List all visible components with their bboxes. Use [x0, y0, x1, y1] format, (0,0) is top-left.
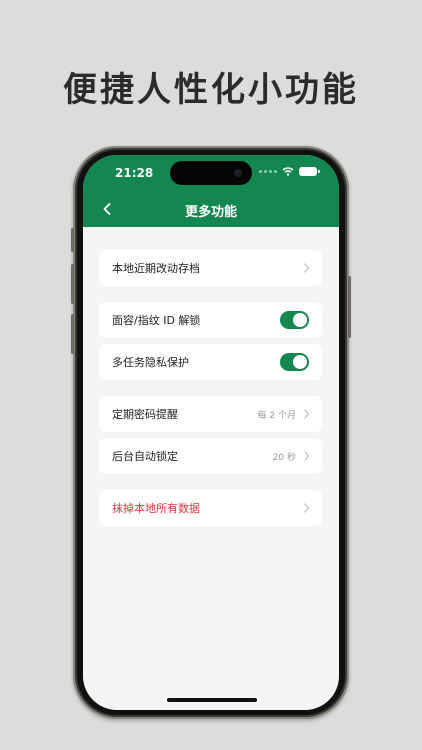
row-value: 每 2 个月 [257, 410, 296, 421]
password-reminder-row[interactable]: 定期密码提醒 每 2 个月 [99, 396, 322, 432]
action-button [71, 228, 74, 252]
biometric-unlock-row: 面容/指纹 ID 解锁 [99, 302, 322, 338]
volume-down-button [71, 314, 74, 354]
chevron-right-icon [304, 451, 310, 461]
row-label: 多任务隐私保护 [112, 356, 189, 369]
app-header: 21:28 更多功能 [83, 155, 339, 227]
phone-screen: 21:28 更多功能 本地近期改动存档 面容/指纹 ID 解锁 多任务隐私保护 … [83, 155, 339, 710]
erase-local-data-row[interactable]: 抹掉本地所有数据 [99, 490, 322, 526]
chevron-right-icon [304, 503, 310, 513]
dynamic-island [170, 161, 252, 185]
local-changes-archive-row[interactable]: 本地近期改动存档 [99, 250, 322, 286]
page-title: 更多功能 [184, 205, 237, 220]
row-label: 面容/指纹 ID 解锁 [112, 314, 201, 327]
row-label: 抹掉本地所有数据 [112, 502, 200, 515]
power-button [348, 276, 351, 338]
multitask-privacy-toggle[interactable] [280, 353, 309, 371]
promo-title: 便捷人性化小功能 [63, 70, 359, 110]
multitask-privacy-row: 多任务隐私保护 [99, 344, 322, 380]
row-label: 本地近期改动存档 [112, 262, 200, 275]
wifi-icon [282, 167, 294, 176]
row-value: 20 秒 [272, 452, 296, 463]
biometric-unlock-toggle[interactable] [280, 311, 309, 329]
chevron-right-icon [304, 263, 310, 273]
auto-lock-row[interactable]: 后台自动锁定 20 秒 [99, 438, 322, 474]
row-label: 定期密码提醒 [112, 408, 178, 421]
volume-up-button [71, 264, 74, 304]
signal-icon [259, 170, 277, 173]
row-label: 后台自动锁定 [112, 450, 178, 463]
chevron-right-icon [304, 409, 310, 419]
status-icons [259, 167, 320, 176]
status-time: 21:28 [115, 166, 154, 180]
home-indicator[interactable] [167, 698, 257, 702]
battery-icon [299, 167, 320, 176]
